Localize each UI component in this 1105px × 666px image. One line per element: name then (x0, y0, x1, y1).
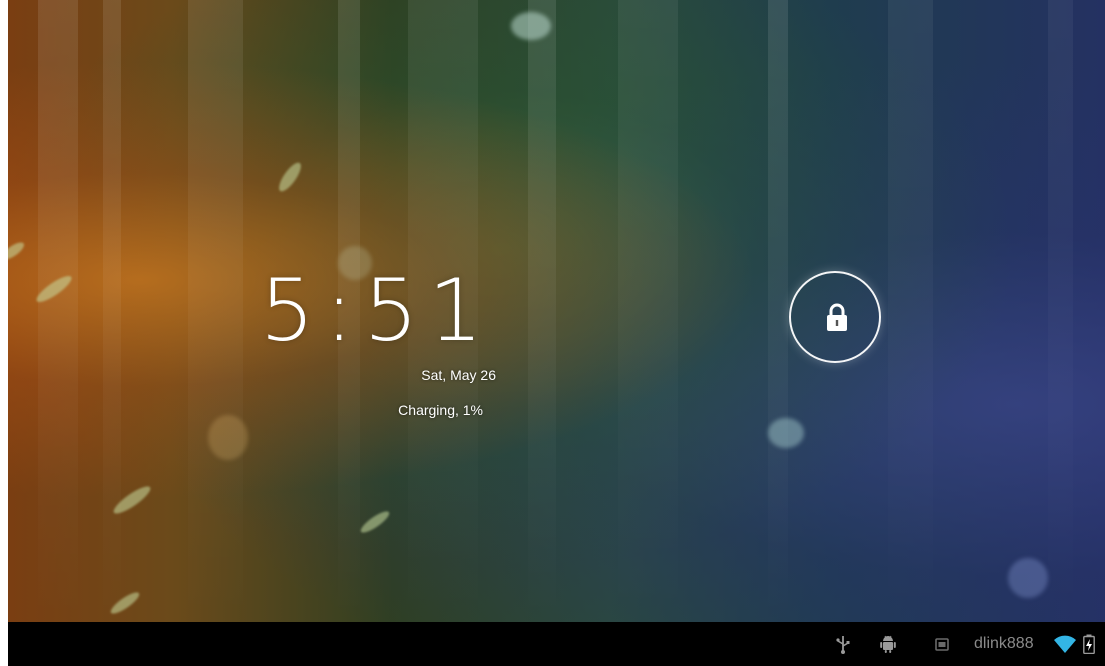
wallpaper-streak (618, 0, 678, 622)
wifi-icon (1054, 635, 1076, 653)
wifi-network-name: dlink888 (974, 635, 1034, 652)
wallpaper-bokeh (511, 12, 551, 40)
wallpaper-bokeh (1008, 558, 1048, 598)
lockscreen-clock: 5:51 (259, 261, 493, 361)
wallpaper-streak (1048, 0, 1073, 622)
wallpaper-streak (888, 0, 933, 622)
wallpaper-streak (188, 0, 243, 622)
battery-status-text: Charging, 1% (398, 402, 483, 418)
notification-icon (935, 638, 949, 651)
unlock-handle[interactable] (789, 271, 881, 363)
wallpaper-streak (38, 0, 78, 622)
wallpaper-bokeh (208, 415, 248, 460)
wallpaper-leaf (8, 239, 27, 263)
wallpaper-streak (768, 0, 788, 622)
wallpaper-leaf (358, 508, 392, 536)
wallpaper-streak (528, 0, 556, 622)
device-screen: 5:51 Sat, May 26 Charging, 1% dlink888 (8, 0, 1105, 666)
lockscreen-date: Sat, May 26 (421, 367, 496, 383)
usb-icon (836, 636, 850, 654)
wallpaper-streak (103, 0, 121, 622)
battery-charging-icon (1083, 634, 1095, 654)
android-debug-icon (880, 635, 896, 653)
wallpaper-bokeh (768, 418, 804, 448)
system-status-bar: dlink888 (8, 622, 1105, 666)
lock-icon (827, 303, 847, 331)
wallpaper-leaf (275, 159, 305, 195)
lockscreen-wallpaper: 5:51 Sat, May 26 Charging, 1% (8, 0, 1105, 622)
